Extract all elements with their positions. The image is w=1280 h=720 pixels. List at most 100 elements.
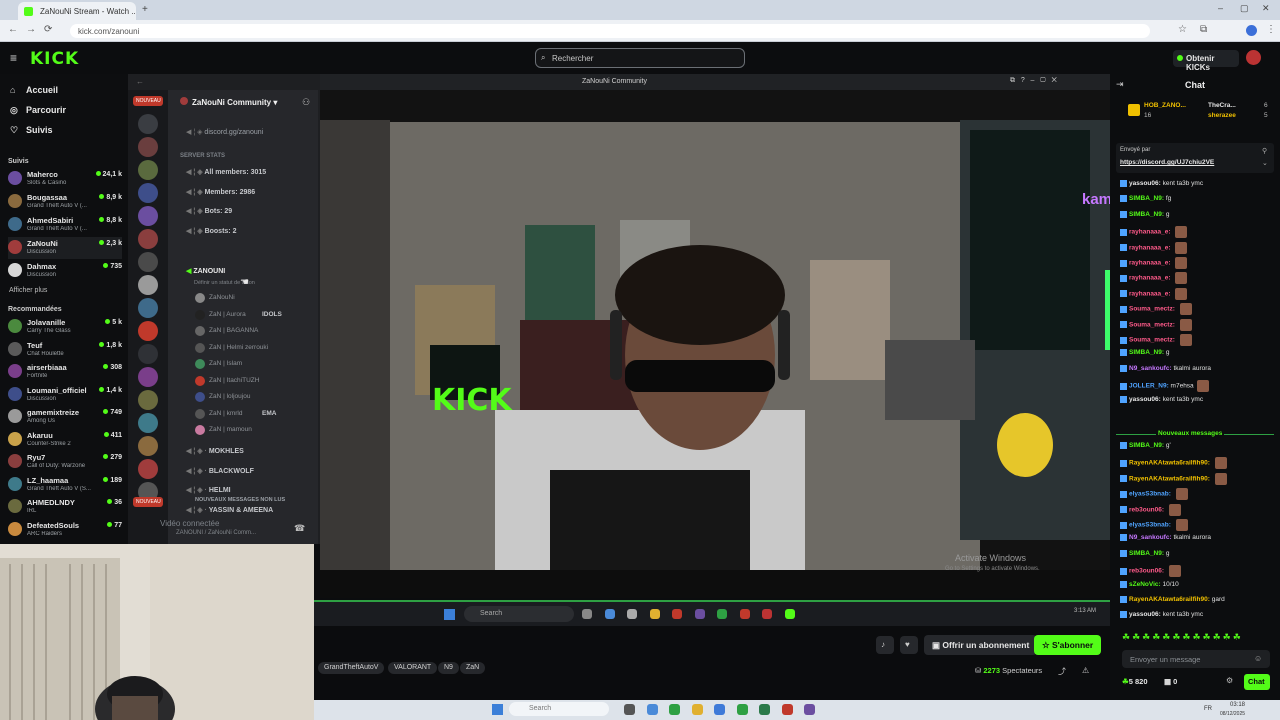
user-avatar[interactable] xyxy=(1246,50,1261,65)
chat-message[interactable]: reb3oun06: xyxy=(1120,503,1278,516)
chat-username[interactable]: Souma_mectz: xyxy=(1129,337,1175,344)
chat-username[interactable]: reb3oun06: xyxy=(1129,506,1164,513)
os-app-icon[interactable] xyxy=(781,704,793,715)
chat-username[interactable]: rayhanaaa_e: xyxy=(1129,275,1171,282)
heart-follow-icon[interactable]: ♥ xyxy=(900,636,918,654)
collapse-chat-icon[interactable]: ⇥ xyxy=(1116,79,1124,90)
chat-message[interactable]: rayhanaaa_e: xyxy=(1120,226,1278,239)
stream-video[interactable]: KICK kamal@2naj ana ba3da kay3jb Activat… xyxy=(320,90,1110,598)
chat-message[interactable]: RayenAKAtawta6railfih90: xyxy=(1120,472,1278,485)
chat-send-button[interactable]: Chat xyxy=(1244,674,1270,690)
channel-item[interactable]: Akaruu Counter-Strike 2 411 xyxy=(8,429,122,451)
disconnect-icon[interactable]: ☎ xyxy=(294,523,305,534)
chat-username[interactable]: rayhanaaa_e: xyxy=(1129,260,1171,267)
chat-username[interactable]: SIMBA_N9: xyxy=(1129,550,1164,557)
channel-item[interactable]: AHMEDLNDY IRL 36 xyxy=(8,496,122,518)
chat-message[interactable]: N9_sankoufc: tkalmi aurora xyxy=(1120,534,1278,542)
points[interactable]: ▦ 0 xyxy=(1164,677,1177,686)
pinned-link[interactable]: https://discord.gg/UJ7chiu2VE xyxy=(1120,159,1214,166)
chat-message[interactable]: rayhanaaa_e: xyxy=(1120,257,1278,269)
expand-pinned-icon[interactable]: ⌄ xyxy=(1262,159,1268,167)
voice-user-name[interactable]: ZaN | ItachiTUZH xyxy=(209,377,259,384)
extensions-icon[interactable]: ⧉ xyxy=(1200,24,1207,35)
stat-channel[interactable]: ◀ ¦ ◈ All members: 3015 xyxy=(186,168,266,176)
chat-message[interactable]: RayenAKAtawta6railfih90: gard xyxy=(1120,596,1278,603)
discord-back-icon[interactable]: ← xyxy=(136,77,144,86)
server-icon[interactable] xyxy=(138,252,158,272)
report-icon[interactable]: ⚠ xyxy=(1082,666,1089,675)
discord-server-name[interactable]: ZaNouNi Community ▾ xyxy=(180,97,277,107)
chat-message[interactable]: SIMBA_N9: g' xyxy=(1120,442,1278,449)
os-app-icon[interactable] xyxy=(624,704,635,715)
share-icon[interactable]: ⤴ xyxy=(1058,666,1066,677)
chat-message[interactable]: yassou06: kent ta3b ymc xyxy=(1120,180,1278,187)
get-kicks-button[interactable]: Obtenir KICKs xyxy=(1173,50,1239,72)
new-tab-icon[interactable]: + xyxy=(142,4,148,15)
tag-gta[interactable]: GrandTheftAutoV xyxy=(318,662,385,674)
voice-user-name[interactable]: ZaN | Islam xyxy=(209,360,242,367)
tag-zan[interactable]: ZaN xyxy=(460,662,486,674)
stat-channel[interactable]: ◀ ¦ ◈ Boosts: 2 xyxy=(186,227,236,235)
voice-channel-zanouni[interactable]: ◀ ZANOUNI xyxy=(186,267,225,275)
voice-channel[interactable]: ◀ ¦ ◈ · YASSIN & AMEENA xyxy=(186,506,273,514)
new-messages-bar[interactable]: NOUVEAUX MESSAGES NON LUS xyxy=(195,497,285,503)
chat-username[interactable]: sZeNoVic: xyxy=(1129,581,1161,588)
hamburger-icon[interactable]: ≡ xyxy=(10,51,17,65)
server-icon[interactable] xyxy=(138,298,158,318)
server-icon[interactable] xyxy=(138,344,158,364)
chat-username[interactable]: JOLLER_N9: xyxy=(1129,383,1169,390)
chat-message[interactable]: N9_sankoufc: tkalmi aurora xyxy=(1120,364,1278,372)
os-app-icon[interactable] xyxy=(691,704,703,715)
chat-username[interactable]: SIMBA_N9: xyxy=(1129,350,1164,357)
server-icon[interactable] xyxy=(138,137,158,157)
menu-dots-icon[interactable]: ⋮ xyxy=(1266,24,1276,35)
channel-item[interactable]: Loumani_officiel Discussion 1,4 k xyxy=(8,384,122,406)
chat-message[interactable]: reb3oun06: xyxy=(1120,565,1278,578)
kick-logo[interactable]: KICK xyxy=(30,49,79,69)
chat-message[interactable]: rayhanaaa_e: xyxy=(1120,241,1278,254)
chat-message[interactable]: rayhanaaa_e: xyxy=(1120,272,1278,285)
chat-input[interactable]: Envoyer un message xyxy=(1122,650,1270,668)
maximize-icon[interactable]: ▢ xyxy=(1240,3,1249,14)
channel-item[interactable]: LZ_haamaa Grand Theft Auto V (S... 189 xyxy=(8,474,122,496)
chat-username[interactable]: yassou06: xyxy=(1129,180,1161,187)
chat-message[interactable]: JOLLER_N9: m7ehsa xyxy=(1120,380,1278,393)
nav-home[interactable]: ⌂ Accueil xyxy=(8,82,126,100)
kicks-balance[interactable]: ☘5 820 xyxy=(1122,677,1148,686)
chat-username[interactable]: Souma_mectz: xyxy=(1129,306,1175,313)
emote-bar[interactable]: ☘☘☘☘☘☘☘☘☘☘☘☘ xyxy=(1122,632,1272,644)
chat-message[interactable]: SIMBA_N9: g xyxy=(1120,349,1278,357)
voice-user-name[interactable]: ZaNouNi xyxy=(209,294,235,301)
nav-following[interactable]: ♡ Suivis xyxy=(8,122,126,140)
chat-message[interactable]: SIMBA_N9: g xyxy=(1120,549,1278,557)
reload-icon[interactable]: ⟳ xyxy=(44,24,52,35)
chat-message[interactable]: Souma_mectz: xyxy=(1120,334,1278,346)
chat-message[interactable]: SIMBA_N9: fg xyxy=(1120,195,1278,203)
chat-username[interactable]: reb3oun06: xyxy=(1129,568,1164,575)
server-icon[interactable] xyxy=(138,436,158,456)
show-more-link[interactable]: Afficher plus xyxy=(9,287,47,294)
channel-item[interactable]: Ryu7 Call of Duty: Warzone 279 xyxy=(8,451,122,473)
channel-item[interactable]: DefeatedSouls ARC Raiders 77 xyxy=(8,519,122,541)
server-icon[interactable] xyxy=(138,413,158,433)
chat-message[interactable]: elyasS3bnab: xyxy=(1120,488,1278,501)
server-icon[interactable] xyxy=(138,390,158,410)
chat-message[interactable]: rayhanaaa_e: xyxy=(1120,287,1278,300)
os-app-icon[interactable] xyxy=(646,704,658,715)
chat-settings-icon[interactable]: ⚙ xyxy=(1226,676,1233,685)
chat-username[interactable]: SIMBA_N9: xyxy=(1129,442,1164,449)
voice-user-name[interactable]: ZaN | loljoujou xyxy=(209,393,250,400)
start-icon[interactable] xyxy=(492,704,503,715)
voice-user-name[interactable]: ZaN | kmrld xyxy=(209,410,242,417)
nav-browse[interactable]: ◎ Parcourir xyxy=(8,102,126,120)
server-icon[interactable] xyxy=(138,321,158,341)
voice-channel[interactable]: ◀ ¦ ◈ · MOKHLES xyxy=(186,447,244,455)
back-icon[interactable]: ← xyxy=(8,24,18,35)
gift-sub-button[interactable]: ▣ Offrir un abonnement xyxy=(924,635,1038,655)
chat-username[interactable]: yassou06: xyxy=(1129,396,1161,403)
chat-message[interactable]: Souma_mectz: xyxy=(1120,318,1278,331)
tag-valorant[interactable]: VALORANT xyxy=(388,662,438,674)
invite-channel[interactable]: ◀ ¦ ◈ discord.gg/zanouni xyxy=(186,128,263,136)
os-app-icon[interactable] xyxy=(736,704,748,715)
chat-username[interactable]: yassou06: xyxy=(1129,612,1161,619)
